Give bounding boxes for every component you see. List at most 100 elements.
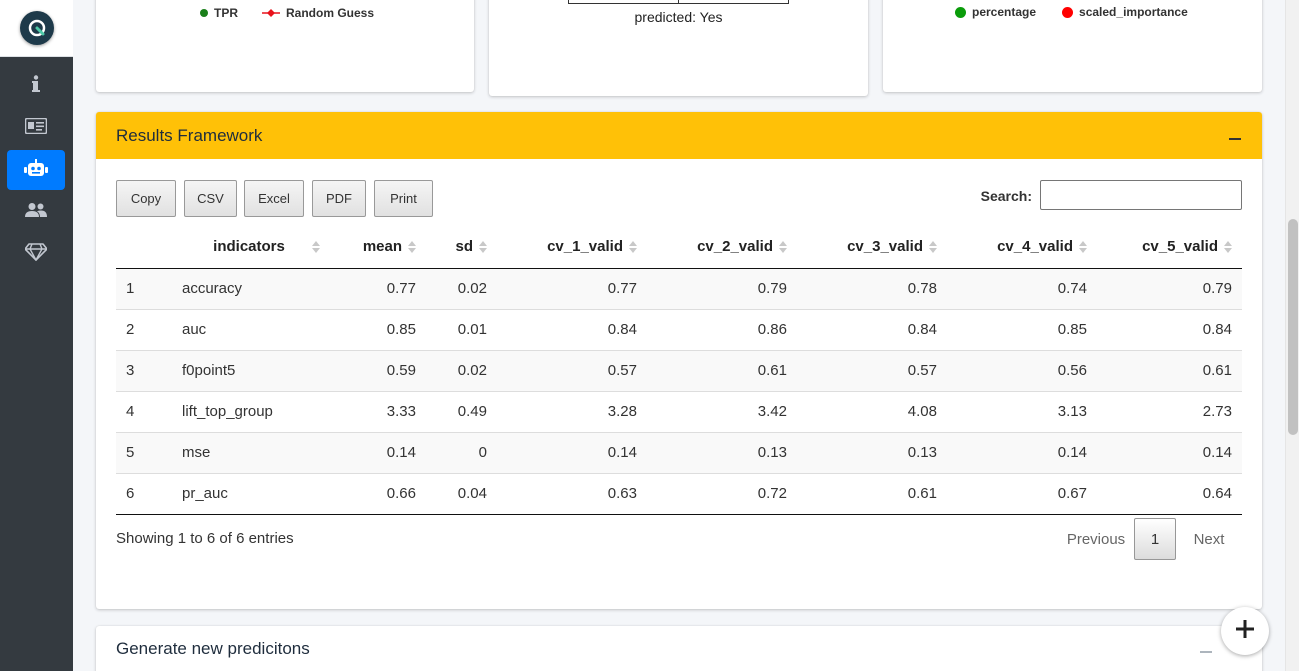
- confusion-caption: predicted: Yes: [634, 9, 723, 25]
- row-index: 5: [116, 432, 172, 474]
- table-header-row: indicators mean sd cv_1_valid cv_2_valid…: [116, 226, 1242, 269]
- column-header[interactable]: sd: [426, 226, 497, 269]
- table-cell: 0: [426, 432, 497, 474]
- roc-chart-card: TPR Random Guess: [96, 0, 474, 92]
- scaled-importance-legend-dot: [1062, 6, 1074, 18]
- previous-page-button[interactable]: Previous: [1046, 518, 1146, 560]
- row-index: 3: [116, 350, 172, 392]
- page-scrollbar[interactable]: [1285, 0, 1299, 671]
- table-cell: 0.49: [426, 391, 497, 433]
- tpr-legend-dot: [200, 9, 208, 17]
- sort-icon: [479, 241, 487, 253]
- excel-button[interactable]: Excel: [244, 180, 304, 217]
- table-row[interactable]: 2 auc 0.85 0.01 0.84 0.86 0.84 0.85 0.84: [116, 309, 1242, 351]
- table-cell: 0.57: [497, 350, 647, 392]
- table-cell: 0.56: [947, 350, 1097, 392]
- nav-users[interactable]: [7, 192, 65, 232]
- copy-button[interactable]: Copy: [116, 180, 176, 217]
- add-button[interactable]: [1221, 607, 1269, 655]
- table-cell: f0point5: [172, 350, 326, 392]
- table-cell: 0.14: [1097, 432, 1242, 474]
- table-cell: 0.79: [647, 268, 797, 310]
- confusion-matrix-bottom: [568, 0, 789, 4]
- percentage-legend-dot: [955, 6, 966, 18]
- column-header[interactable]: cv_3_valid: [797, 226, 947, 269]
- gem-icon: [24, 242, 48, 266]
- table-info: Showing 1 to 6 of 6 entries: [116, 530, 294, 547]
- print-button[interactable]: Print: [374, 180, 433, 217]
- column-header[interactable]: cv_4_valid: [947, 226, 1097, 269]
- table-row[interactable]: 3 f0point5 0.59 0.02 0.57 0.61 0.57 0.56…: [116, 350, 1242, 392]
- table-row[interactable]: 6 pr_auc 0.66 0.04 0.63 0.72 0.61 0.67 0…: [116, 473, 1242, 515]
- row-index: 2: [116, 309, 172, 351]
- table-cell: 0.01: [426, 309, 497, 351]
- nav-info[interactable]: [7, 66, 65, 106]
- nav-model[interactable]: [7, 150, 65, 190]
- table-cell: 0.14: [326, 432, 426, 474]
- generate-predictions-panel: Generate new predicitons: [96, 626, 1262, 671]
- table-cell: 0.13: [647, 432, 797, 474]
- nav-data[interactable]: [7, 108, 65, 148]
- column-header[interactable]: indicators: [172, 226, 326, 269]
- table-cell: 0.86: [647, 309, 797, 351]
- table-row[interactable]: 5 mse 0.14 0 0.14 0.13 0.13 0.14 0.14: [116, 432, 1242, 474]
- table-cell: 0.61: [797, 473, 947, 515]
- column-header-label: mean: [362, 238, 402, 256]
- page-1-button[interactable]: 1: [1134, 518, 1176, 560]
- row-index: 6: [116, 473, 172, 515]
- csv-button[interactable]: CSV: [184, 180, 237, 217]
- table-cell: 3.13: [947, 391, 1097, 433]
- pdf-button[interactable]: PDF: [312, 180, 366, 217]
- scrollbar-thumb[interactable]: [1288, 219, 1298, 435]
- sort-icon: [1079, 241, 1087, 253]
- table-row[interactable]: 4 lift_top_group 3.33 0.49 3.28 3.42 4.0…: [116, 391, 1242, 433]
- panel-title: Generate new predicitons: [116, 639, 310, 658]
- table-cell: 0.72: [647, 473, 797, 515]
- nav-premium[interactable]: [7, 234, 65, 274]
- table-cell: 0.85: [947, 309, 1097, 351]
- table-cell: mse: [172, 432, 326, 474]
- sidebar: [0, 0, 73, 671]
- brand[interactable]: [0, 0, 73, 57]
- column-header[interactable]: mean: [326, 226, 426, 269]
- collapse-button[interactable]: [1228, 129, 1242, 143]
- table-cell: 0.74: [947, 268, 1097, 310]
- table-cell: 0.66: [326, 473, 426, 515]
- panel-title: Results Framework: [116, 125, 263, 145]
- table-cell: 0.14: [497, 432, 647, 474]
- column-header[interactable]: cv_5_valid: [1097, 226, 1242, 269]
- column-header-index[interactable]: [116, 226, 172, 269]
- collapse-button[interactable]: [1200, 651, 1212, 653]
- table-row[interactable]: 1 accuracy 0.77 0.02 0.77 0.79 0.78 0.74…: [116, 268, 1242, 310]
- info-icon: [32, 74, 40, 98]
- table-cell: 0.59: [326, 350, 426, 392]
- users-icon: [25, 202, 47, 223]
- table-cell: 0.63: [497, 473, 647, 515]
- plus-icon: [1236, 619, 1254, 643]
- table-cell: 3.42: [647, 391, 797, 433]
- table-cell: 0.04: [426, 473, 497, 515]
- app-logo[interactable]: [19, 11, 54, 45]
- sort-icon: [408, 241, 416, 253]
- next-page-button[interactable]: Next: [1184, 518, 1234, 560]
- column-header-label: cv_5_valid: [1142, 238, 1218, 256]
- table-cell: lift_top_group: [172, 391, 326, 433]
- roc-legend: TPR Random Guess: [200, 6, 374, 20]
- table-cell: 0.79: [1097, 268, 1242, 310]
- column-header[interactable]: cv_1_valid: [497, 226, 647, 269]
- table-cell: 0.84: [797, 309, 947, 351]
- column-header[interactable]: cv_2_valid: [647, 226, 797, 269]
- legend-label: scaled_importance: [1079, 5, 1188, 19]
- column-header-label: indicators: [213, 238, 285, 256]
- search-input[interactable]: [1040, 180, 1242, 210]
- sort-icon: [1224, 241, 1232, 253]
- table-cell: 0.57: [797, 350, 947, 392]
- table-cell: 0.77: [326, 268, 426, 310]
- sort-icon: [929, 241, 937, 253]
- table-cell: 0.84: [497, 309, 647, 351]
- sort-icon: [312, 241, 320, 253]
- importance-legend: percentage scaled_importance: [955, 5, 1188, 19]
- sort-icon: [629, 241, 637, 253]
- table-cell: 0.14: [947, 432, 1097, 474]
- row-index: 4: [116, 391, 172, 433]
